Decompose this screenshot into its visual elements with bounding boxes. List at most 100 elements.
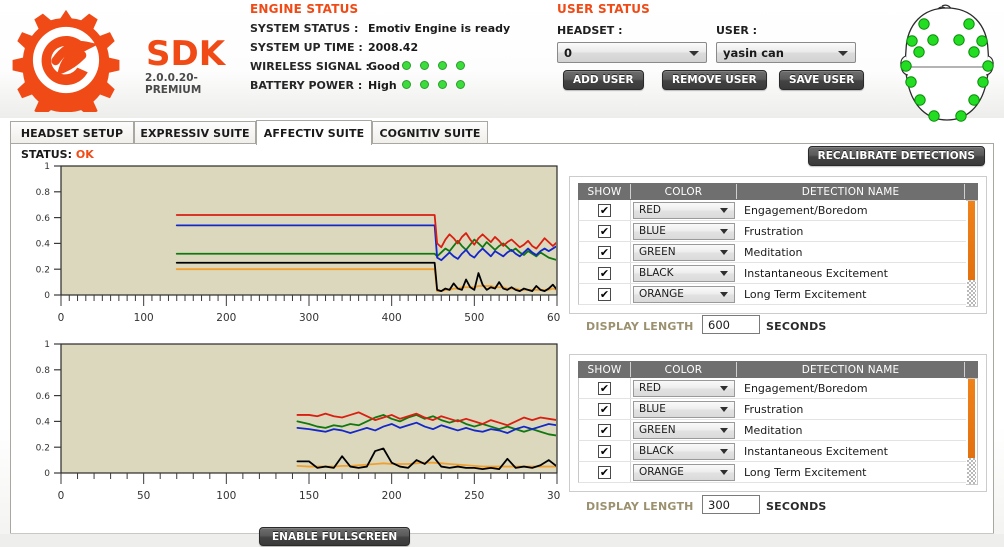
- chevron-down-icon: [720, 386, 728, 391]
- svg-text:250: 250: [464, 490, 484, 502]
- svg-text:0: 0: [44, 291, 50, 301]
- user-label: USER :: [716, 24, 758, 37]
- table-row: ✔ GREEN Meditation: [578, 242, 978, 263]
- headset-select[interactable]: 0: [557, 42, 707, 63]
- tab-cognitiv-suite[interactable]: COGNITIV SUITE: [372, 121, 488, 144]
- wireless-signal-value: Good: [368, 60, 401, 73]
- show-checkbox[interactable]: ✔: [598, 245, 611, 259]
- svg-text:200: 200: [216, 312, 236, 324]
- table-row: ✔ RED Engagement/Boredom: [578, 200, 978, 221]
- svg-text:300: 300: [547, 490, 561, 502]
- show-checkbox[interactable]: ✔: [598, 203, 611, 217]
- cell-color: RED: [631, 378, 737, 398]
- detection-table-body-bottom: ✔ RED Engagement/Boredom ✔ BLUE Frustration ✔ G…: [578, 378, 978, 483]
- detection-name-cell: Frustration: [744, 402, 804, 416]
- color-select-value: RED: [639, 382, 662, 394]
- detection-name-cell: Meditation: [744, 423, 803, 437]
- svg-text:0.8: 0.8: [36, 188, 51, 198]
- cell-show: ✔: [579, 399, 631, 419]
- show-checkbox[interactable]: ✔: [598, 465, 611, 479]
- svg-text:0.2: 0.2: [36, 265, 50, 275]
- display-length-input-top[interactable]: 600: [702, 315, 760, 334]
- tab-headset-setup[interactable]: HEADSET SETUP: [10, 121, 134, 144]
- chevron-down-icon: [720, 250, 728, 255]
- save-user-button[interactable]: SAVE USER: [779, 70, 865, 90]
- color-select[interactable]: ORANGE: [633, 463, 735, 481]
- svg-text:150: 150: [299, 490, 319, 502]
- color-select[interactable]: BLUE: [633, 400, 735, 418]
- detection-name-cell: Meditation: [744, 245, 803, 259]
- cell-show: ✔: [579, 200, 631, 220]
- battery-power-dots: [402, 80, 465, 89]
- color-select[interactable]: BLACK: [633, 264, 735, 282]
- svg-text:600: 600: [547, 312, 561, 324]
- detection-table-scrollbar-top[interactable]: [966, 200, 978, 307]
- column-header-show: SHOW: [579, 362, 631, 377]
- cell-show: ✔: [579, 221, 631, 241]
- table-row: ✔ BLACK Instantaneous Excitement: [578, 441, 978, 462]
- cell-color: BLACK: [631, 441, 737, 461]
- chevron-down-icon: [720, 292, 728, 297]
- signal-dot: [420, 61, 429, 70]
- color-select-value: ORANGE: [639, 466, 684, 478]
- show-checkbox[interactable]: ✔: [598, 266, 611, 280]
- color-select-value: BLUE: [639, 225, 666, 237]
- scrollbar-thumb[interactable]: [968, 379, 975, 463]
- user-status-title: USER STATUS: [557, 2, 651, 16]
- cell-color: BLACK: [631, 263, 737, 283]
- head-sensor-map-icon: [900, 4, 994, 122]
- enable-fullscreen-button[interactable]: ENABLE FULLSCREEN: [259, 527, 411, 546]
- detection-name-cell: Instantaneous Excitement: [744, 444, 888, 458]
- show-checkbox[interactable]: ✔: [598, 381, 611, 395]
- chevron-down-icon: [689, 50, 699, 56]
- battery-power-label: BATTERY POWER :: [250, 79, 363, 92]
- tab-affectiv-suite[interactable]: AFFECTIV SUITE: [256, 120, 372, 145]
- svg-text:400: 400: [382, 312, 402, 324]
- remove-user-button[interactable]: REMOVE USER: [662, 70, 767, 90]
- color-select[interactable]: GREEN: [633, 421, 735, 439]
- color-select[interactable]: GREEN: [633, 243, 735, 261]
- show-checkbox[interactable]: ✔: [598, 402, 611, 416]
- system-status-label: SYSTEM STATUS :: [250, 22, 359, 35]
- svg-text:0.2: 0.2: [36, 443, 50, 453]
- user-select[interactable]: yasin can: [716, 42, 856, 63]
- show-checkbox[interactable]: ✔: [598, 444, 611, 458]
- battery-power-value: High: [368, 79, 397, 92]
- color-select[interactable]: RED: [633, 201, 735, 219]
- detection-name-cell: Long Term Excitement: [744, 287, 867, 301]
- color-select[interactable]: BLACK: [633, 442, 735, 460]
- color-select[interactable]: ORANGE: [633, 285, 735, 303]
- add-user-button[interactable]: ADD USER: [563, 70, 644, 90]
- detection-name-cell: Instantaneous Excitement: [744, 266, 888, 280]
- wireless-signal-row: WIRELESS SIGNAL : Good: [250, 58, 550, 77]
- status-label: STATUS:: [21, 148, 72, 161]
- scrollbar-thumb[interactable]: [968, 201, 975, 285]
- cell-show: ✔: [579, 242, 631, 262]
- detection-name-cell: Long Term Excitement: [744, 465, 867, 479]
- detection-table-scrollbar-bottom[interactable]: [966, 378, 978, 485]
- show-checkbox[interactable]: ✔: [598, 423, 611, 437]
- display-length-input-bottom[interactable]: 300: [702, 495, 760, 514]
- color-select-value: RED: [639, 204, 662, 216]
- recalibrate-detections-button[interactable]: RECALIBRATE DETECTIONS: [807, 146, 985, 166]
- system-status-row: SYSTEM STATUS : Emotiv Engine is ready: [250, 20, 550, 39]
- user-select-value: yasin can: [723, 45, 784, 60]
- cell-show: ✔: [579, 462, 631, 482]
- chevron-down-icon: [720, 208, 728, 213]
- system-uptime-value: 2008.42: [368, 41, 419, 54]
- svg-text:0: 0: [58, 312, 65, 324]
- signal-dot: [402, 61, 411, 70]
- emotiv-sdk-window: SDK 2.0.0.20-PREMIUM ENGINE STATUS SYSTE…: [0, 0, 1004, 547]
- show-checkbox[interactable]: ✔: [598, 287, 611, 301]
- cell-show: ✔: [579, 441, 631, 461]
- color-select[interactable]: RED: [633, 379, 735, 397]
- color-select[interactable]: BLUE: [633, 222, 735, 240]
- show-checkbox[interactable]: ✔: [598, 224, 611, 238]
- cell-show: ✔: [579, 420, 631, 440]
- tab-expressiv-suite[interactable]: EXPRESSIV SUITE: [134, 121, 256, 144]
- wireless-signal-label: WIRELESS SIGNAL :: [250, 60, 370, 73]
- cell-color: BLUE: [631, 399, 737, 419]
- color-select-value: GREEN: [639, 424, 676, 436]
- table-row: ✔ ORANGE Long Term Excitement: [578, 462, 978, 483]
- battery-dot: [438, 80, 447, 89]
